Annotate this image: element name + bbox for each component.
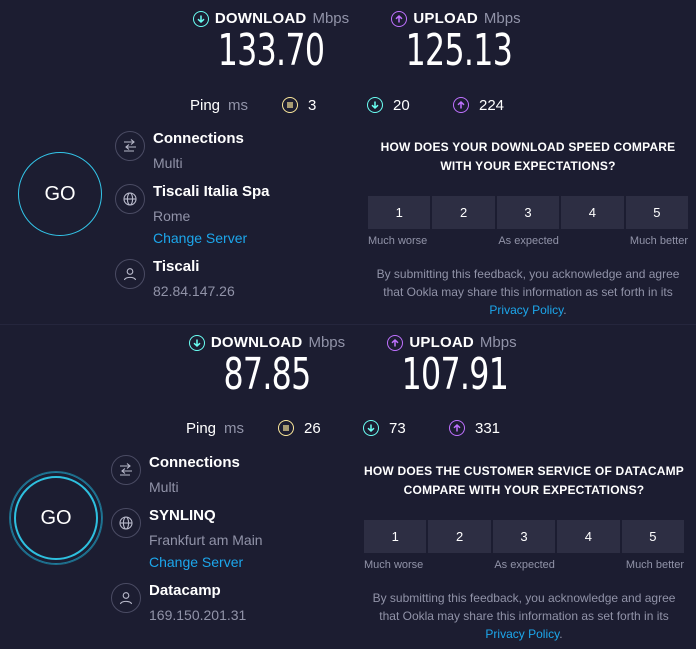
- server-name: Tiscali Italia Spa: [153, 183, 270, 200]
- connections-title: Connections: [153, 130, 244, 147]
- download-arrow-icon: [192, 10, 209, 27]
- download-arrow-icon: [367, 97, 383, 113]
- feedback-note: By submitting this feedback, you acknowl…: [368, 265, 688, 319]
- rating-scale: 1 2 3 4 5: [368, 196, 689, 229]
- ping-jitter-value: 3: [308, 96, 317, 114]
- rating-option-4[interactable]: 4: [561, 196, 624, 229]
- connections-value: Multi: [153, 155, 183, 171]
- ping-unit: ms: [228, 96, 249, 114]
- provider-ip: 82.84.147.26: [153, 283, 235, 299]
- rating-option-3[interactable]: 3: [492, 520, 556, 553]
- rating-low-label: Much worse: [364, 559, 424, 571]
- upload-arrow-icon: [453, 97, 469, 113]
- connections-row: Connections Multi: [115, 130, 244, 171]
- rating-high-label: Much better: [629, 235, 688, 247]
- connections-icon: [111, 455, 141, 485]
- jitter-icon: [282, 97, 298, 113]
- connections-icon: [115, 131, 145, 161]
- ping-jitter-value: 26: [304, 419, 321, 437]
- speedtest-result-panel: DOWNLOAD Mbps 133.70 UPLOAD Mbps 125.13 …: [0, 0, 696, 324]
- ping-label: Ping: [186, 419, 217, 437]
- connections-value: Multi: [149, 479, 179, 495]
- speedtest-result-panel: DOWNLOAD Mbps 87.85 UPLOAD Mbps 107.91 P…: [0, 325, 696, 649]
- ping-jitter: 26: [278, 420, 321, 437]
- connections-title: Connections: [149, 454, 240, 471]
- feedback-note-end: .: [559, 627, 563, 641]
- privacy-policy-link[interactable]: Privacy Policy: [485, 627, 559, 641]
- feedback-section: HOW DOES THE CUSTOMER SERVICE OF DATACAM…: [364, 462, 685, 643]
- upload-metric: UPLOAD Mbps 107.91: [382, 334, 522, 401]
- rating-low-label: Much worse: [368, 235, 428, 247]
- provider-name: Tiscali: [153, 258, 200, 275]
- rating-option-3[interactable]: 3: [496, 196, 560, 229]
- upload-value: 125.13: [405, 25, 513, 76]
- rating-option-5[interactable]: 5: [621, 520, 685, 553]
- ping-row: Ping ms 26 73 331: [186, 418, 516, 438]
- rating-option-2[interactable]: 2: [432, 196, 495, 229]
- upload-arrow-icon: [449, 420, 465, 436]
- ping-upload-value: 331: [475, 419, 501, 437]
- rating-scale: 1 2 3 4 5: [364, 520, 685, 553]
- feedback-note-text: By submitting this feedback, you acknowl…: [376, 267, 680, 299]
- upload-value: 107.91: [401, 349, 509, 400]
- feedback-note: By submitting this feedback, you acknowl…: [364, 589, 684, 643]
- connections-row: Connections Multi: [111, 454, 240, 495]
- ping-download: 20: [367, 97, 410, 114]
- rating-option-5[interactable]: 5: [625, 196, 689, 229]
- ping-download-value: 20: [393, 96, 410, 114]
- feedback-section: HOW DOES YOUR DOWNLOAD SPEED COMPARE WIT…: [368, 138, 689, 319]
- rating-option-1[interactable]: 1: [364, 520, 427, 553]
- user-icon: [111, 583, 141, 613]
- change-server-link[interactable]: Change Server: [149, 552, 263, 572]
- globe-icon: [111, 508, 141, 538]
- server-row: Tiscali Italia Spa Rome Change Server: [115, 183, 269, 246]
- ping-row: Ping ms 3 20 224: [190, 95, 520, 115]
- download-arrow-icon: [188, 334, 205, 351]
- feedback-question: HOW DOES YOUR DOWNLOAD SPEED COMPARE WIT…: [380, 140, 676, 173]
- download-arrow-icon: [363, 420, 379, 436]
- change-server-link[interactable]: Change Server: [153, 228, 269, 248]
- ping-jitter: 3: [282, 97, 316, 114]
- provider-row: Tiscali 82.84.147.26: [115, 258, 235, 299]
- provider-name: Datacamp: [149, 582, 221, 599]
- ping-upload-value: 224: [479, 96, 505, 114]
- rating-option-4[interactable]: 4: [557, 520, 620, 553]
- server-name: SYNLINQ: [149, 507, 216, 524]
- feedback-question: HOW DOES THE CUSTOMER SERVICE OF DATACAM…: [364, 464, 684, 497]
- ping-label: Ping: [190, 96, 221, 114]
- ping-upload: 224: [453, 97, 504, 114]
- server-row: SYNLINQ Frankfurt am Main Change Server: [111, 507, 263, 570]
- provider-row: Datacamp 169.150.201.31: [111, 582, 246, 623]
- jitter-icon: [278, 420, 294, 436]
- download-value: 87.85: [223, 349, 311, 400]
- download-value: 133.70: [217, 25, 325, 76]
- upload-metric: UPLOAD Mbps 125.13: [386, 10, 526, 77]
- ping-download-value: 73: [389, 419, 406, 437]
- rating-option-2[interactable]: 2: [428, 520, 491, 553]
- download-metric: DOWNLOAD Mbps 133.70: [186, 10, 356, 77]
- feedback-note-text: By submitting this feedback, you acknowl…: [372, 591, 676, 623]
- download-metric: DOWNLOAD Mbps 87.85: [182, 334, 352, 401]
- ping-unit: ms: [224, 419, 245, 437]
- privacy-policy-link[interactable]: Privacy Policy: [489, 303, 563, 317]
- ping-upload: 331: [449, 420, 500, 437]
- user-icon: [115, 259, 145, 289]
- server-location: Rome: [153, 208, 191, 224]
- rating-mid-label: As expected: [498, 235, 559, 247]
- ping-download: 73: [363, 420, 406, 437]
- rating-high-label: Much better: [625, 559, 684, 571]
- go-button[interactable]: GO: [18, 152, 102, 236]
- provider-ip: 169.150.201.31: [149, 607, 247, 623]
- go-button[interactable]: GO: [10, 472, 102, 564]
- server-location: Frankfurt am Main: [149, 532, 263, 548]
- feedback-note-end: .: [563, 303, 567, 317]
- globe-icon: [115, 184, 145, 214]
- rating-option-1[interactable]: 1: [368, 196, 431, 229]
- rating-mid-label: As expected: [494, 559, 555, 571]
